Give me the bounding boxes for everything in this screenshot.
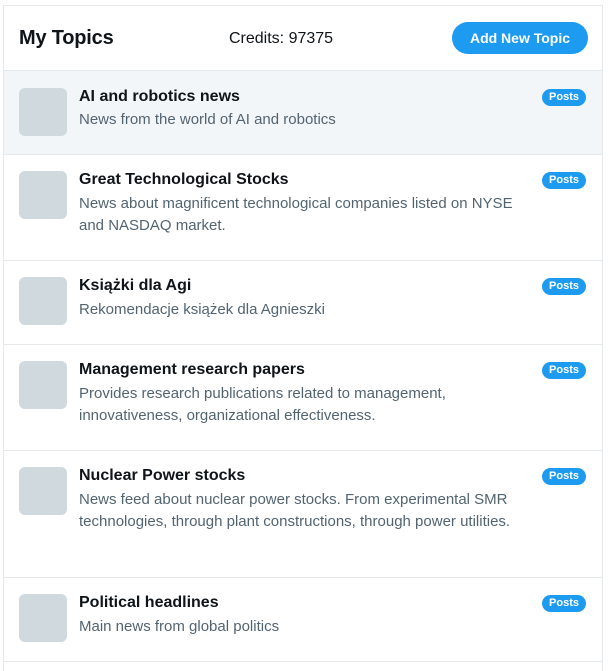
topic-description: News feed about nuclear power stocks. Fr…: [79, 491, 511, 530]
posts-badge[interactable]: Posts: [542, 362, 586, 379]
topic-title: AI and robotics news: [79, 88, 240, 105]
topic-avatar: [19, 277, 67, 325]
topics-panel: My Topics Credits: 97375 Add New Topic A…: [3, 5, 603, 671]
topic-row-management-papers[interactable]: Management research papers Provides rese…: [4, 345, 602, 451]
topic-row-nuclear-stocks[interactable]: Nuclear Power stocks News feed about nuc…: [4, 451, 602, 578]
topic-row-ai-robotics[interactable]: AI and robotics news News from the world…: [4, 71, 602, 155]
posts-badge[interactable]: Posts: [542, 89, 586, 106]
topics-header: My Topics Credits: 97375 Add New Topic: [4, 6, 602, 71]
topic-row-political-headlines[interactable]: Political headlines Main news from globa…: [4, 578, 602, 662]
topic-title: Great Technological Stocks: [79, 171, 289, 188]
posts-badge[interactable]: Posts: [542, 172, 586, 189]
posts-badge[interactable]: Posts: [542, 595, 586, 612]
topic-title: Nuclear Power stocks: [79, 467, 246, 484]
topic-row-ksiazki[interactable]: Książki dla Agi Rekomendacje książek dla…: [4, 261, 602, 345]
credits-counter: Credits: 97375: [229, 30, 334, 47]
topic-avatar: [19, 467, 67, 515]
topic-description: News about magnificent technological com…: [79, 195, 513, 234]
topic-title: Management research papers: [79, 361, 305, 378]
topic-avatar: [19, 171, 67, 219]
add-new-topic-button[interactable]: Add New Topic: [452, 22, 588, 54]
topic-row-tech-stocks[interactable]: Great Technological Stocks News about ma…: [4, 155, 602, 261]
topic-description: Rekomendacje książek dla Agnieszki: [79, 301, 325, 318]
topic-description: News from the world of AI and robotics: [79, 111, 336, 128]
topic-avatar: [19, 361, 67, 409]
topic-avatar: [19, 88, 67, 136]
topic-description: Main news from global politics: [79, 618, 280, 635]
page-title: My Topics: [19, 27, 114, 49]
posts-badge[interactable]: Posts: [542, 278, 586, 295]
posts-badge[interactable]: Posts: [542, 468, 586, 485]
topic-title: Political headlines: [79, 594, 219, 611]
topic-description: Provides research publications related t…: [79, 385, 446, 424]
topic-title: Książki dla Agi: [79, 277, 192, 294]
topic-avatar: [19, 594, 67, 642]
